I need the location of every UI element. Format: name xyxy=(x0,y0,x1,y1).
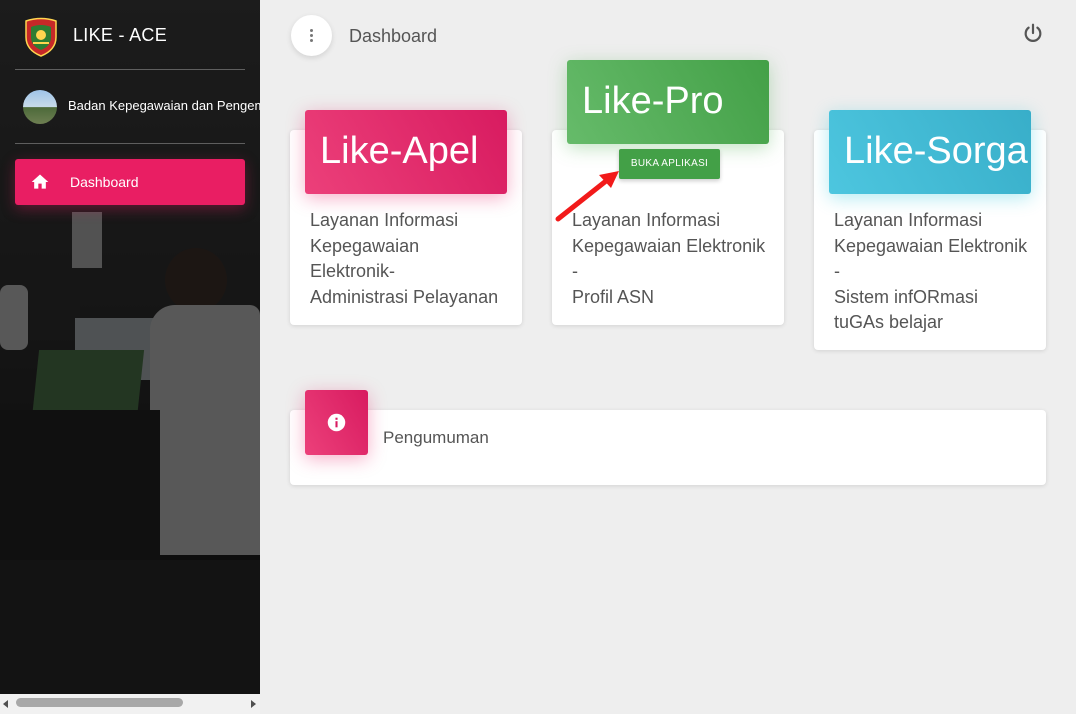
sidebar-item-dashboard[interactable]: Dashboard xyxy=(15,159,245,205)
description-line: - xyxy=(572,261,578,281)
divider xyxy=(15,69,245,70)
card-description: Layanan Informasi Kepegawaian Elektronik… xyxy=(834,208,1027,336)
description-line: Sistem infORmasi xyxy=(834,286,979,307)
horizontal-scrollbar[interactable] xyxy=(0,694,260,714)
description-line: Layanan Informasi xyxy=(310,210,459,230)
home-icon xyxy=(31,174,49,189)
power-icon[interactable] xyxy=(1022,22,1044,44)
more-vert-icon xyxy=(310,29,313,32)
regency-crest-icon xyxy=(25,17,57,57)
card-header-like-pro[interactable]: Like-Pro xyxy=(567,60,769,144)
sidebar-item-label: Dashboard xyxy=(70,174,139,190)
card-header-like-sorga[interactable]: Like-Sorga xyxy=(829,110,1031,194)
card-title: Like-Apel xyxy=(320,130,479,172)
description-line: Layanan Informasi xyxy=(572,210,721,230)
card-description: Layanan Informasi Kepegawaian Elektronik… xyxy=(572,208,765,310)
avatar[interactable] xyxy=(23,90,57,124)
description-line: Kepegawaian Elektronik xyxy=(834,235,1028,256)
card-description: Layanan Informasi Kepegawaian Elektronik… xyxy=(310,208,498,310)
divider xyxy=(15,143,245,144)
brand[interactable]: LIKE - ACE xyxy=(0,0,260,70)
scroll-right-icon[interactable] xyxy=(251,700,256,708)
card-title: Like-Pro xyxy=(582,80,724,122)
description-line: Administrasi Pelayanan xyxy=(310,286,499,307)
app-title: LIKE - ACE xyxy=(73,25,168,45)
open-app-button[interactable]: BUKA APLIKASI xyxy=(619,149,720,179)
user-name[interactable]: Badan Kepegawaian dan Pengembangan xyxy=(68,98,260,113)
description-line: Kepegawaian Elektronik xyxy=(572,235,766,256)
sidebar: LIKE - ACE Badan Kepegawaian dan Pengemb… xyxy=(0,0,260,714)
description-line: Layanan Informasi xyxy=(834,210,983,230)
scroll-left-icon[interactable] xyxy=(3,700,8,708)
card-title: Like-Sorga xyxy=(844,130,1028,172)
description-line: Profil ASN xyxy=(572,286,655,307)
announcement-icon-box xyxy=(305,390,368,455)
info-icon xyxy=(327,413,346,432)
description-line: tuGAs belajar xyxy=(834,312,944,332)
menu-toggle-button[interactable] xyxy=(291,15,332,56)
description-line: Elektronik- xyxy=(310,261,396,281)
card-header-like-apel[interactable]: Like-Apel xyxy=(305,110,507,194)
description-line: Kepegawaian xyxy=(310,235,420,256)
announcement-title[interactable]: Pengumuman xyxy=(383,428,489,448)
scrollbar-thumb[interactable] xyxy=(16,698,183,707)
page-title: Dashboard xyxy=(349,26,438,46)
description-line: - xyxy=(834,261,840,281)
